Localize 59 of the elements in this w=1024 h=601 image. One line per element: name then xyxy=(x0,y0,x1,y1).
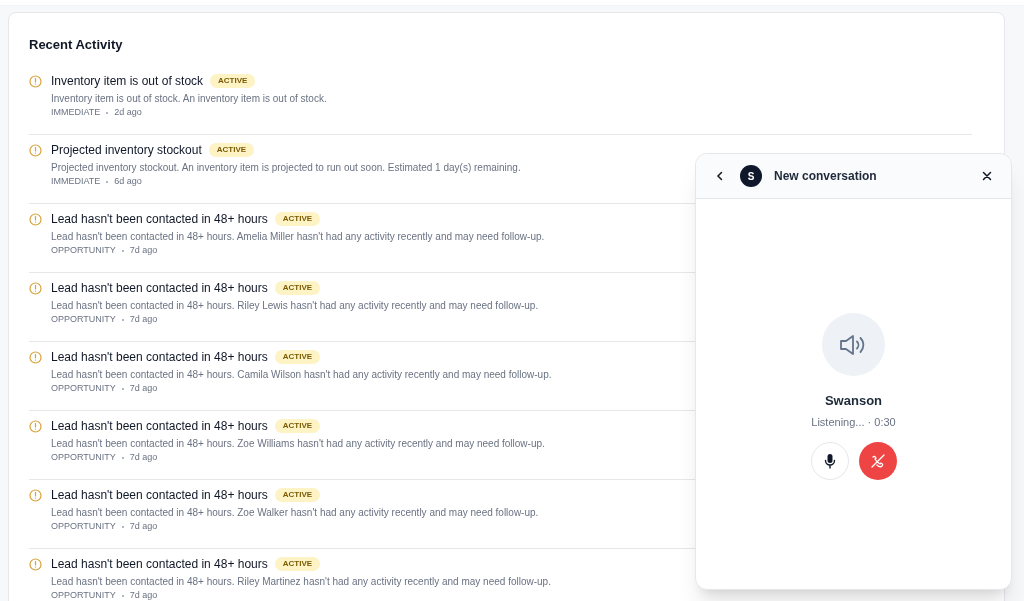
alert-icon xyxy=(29,351,42,364)
status-badge: ACTIVE xyxy=(274,350,321,364)
activity-description: Lead hasn't been contacted in 48+ hours. Zoe Williams hasn't had any activity recently and may need follow-up. xyxy=(51,437,545,450)
alert-icon xyxy=(29,489,42,502)
activity-time: 7d ago xyxy=(129,314,158,325)
panel-title: New conversation xyxy=(774,168,878,185)
activity-category: OPPORTUNITY xyxy=(51,245,116,256)
activity-title: Inventory item is out of stock xyxy=(51,74,204,88)
status-badge: ACTIVE xyxy=(208,143,255,157)
close-icon xyxy=(982,171,992,181)
alert-icon xyxy=(29,420,42,433)
alert-icon xyxy=(29,144,42,157)
status-badge: ACTIVE xyxy=(274,419,321,433)
alert-icon xyxy=(29,75,42,88)
activity-title: Lead hasn't been contacted in 48+ hours xyxy=(51,488,268,502)
alert-icon xyxy=(29,282,42,295)
activity-category: OPPORTUNITY xyxy=(51,521,116,532)
card-title: Recent Activity xyxy=(29,37,124,53)
activity-description: Inventory item is out of stock. An inventory item is out of stock. xyxy=(51,92,327,105)
activity-time: 7d ago xyxy=(129,590,158,601)
activity-title: Lead hasn't been contacted in 48+ hours xyxy=(51,350,268,364)
avatar: S xyxy=(740,165,762,187)
activity-description: Projected inventory stockout. An inventory item is projected to run out soon. Estimated 1 day(s) remaining. xyxy=(51,161,521,174)
activity-category: OPPORTUNITY xyxy=(51,452,116,463)
activity-time: 2d ago xyxy=(114,107,142,118)
call-status: Listening... · 0:30 xyxy=(811,414,896,430)
phone-off-icon xyxy=(869,453,886,469)
status-badge: ACTIVE xyxy=(274,281,321,295)
activity-category: OPPORTUNITY xyxy=(51,314,116,325)
activity-time: 7d ago xyxy=(129,383,158,394)
activity-time: 6d ago xyxy=(114,176,142,187)
activity-category: IMMEDIATE xyxy=(51,176,101,187)
activity-time: 7d ago xyxy=(129,452,158,463)
activity-description: Lead hasn't been contacted in 48+ hours. Riley Lewis hasn't had any activity recently and may need follow-up. xyxy=(51,299,539,312)
activity-category: OPPORTUNITY xyxy=(51,590,116,601)
activity-title: Lead hasn't been contacted in 48+ hours xyxy=(51,419,268,433)
back-icon xyxy=(715,171,725,181)
activity-category: IMMEDIATE xyxy=(51,107,101,118)
activity-description: Lead hasn't been contacted in 48+ hours. Camila Wilson hasn't had any activity recently and may need follow-up. xyxy=(51,368,552,381)
alert-icon xyxy=(29,558,42,571)
activity-title: Lead hasn't been contacted in 48+ hours xyxy=(51,212,268,226)
activity-description: Lead hasn't been contacted in 48+ hours. Zoe Walker hasn't had any activity recently and may need follow-up. xyxy=(51,506,539,519)
activity-title: Lead hasn't been contacted in 48+ hours xyxy=(51,281,268,295)
microphone-icon xyxy=(823,453,836,469)
activity-title: Projected inventory stockout xyxy=(51,143,202,157)
activity-time: 7d ago xyxy=(129,521,158,532)
alert-icon xyxy=(29,213,42,226)
activity-description: Lead hasn't been contacted in 48+ hours. Amelia Miller hasn't had any activity recently and may need follow-up. xyxy=(51,230,545,243)
activity-title: Lead hasn't been contacted in 48+ hours xyxy=(51,557,268,571)
activity-category: OPPORTUNITY xyxy=(51,383,116,394)
activity-time: 7d ago xyxy=(129,245,158,256)
status-badge: ACTIVE xyxy=(210,74,256,88)
hang-up-button[interactable] xyxy=(858,442,897,480)
activity-description: Lead hasn't been contacted in 48+ hours. Riley Martinez hasn't had any activity recently and may need follow-up. xyxy=(51,575,551,588)
status-badge: ACTIVE xyxy=(274,212,321,226)
caller-name: Swanson xyxy=(824,392,883,410)
microphone-button[interactable] xyxy=(810,442,849,480)
status-badge: ACTIVE xyxy=(274,557,321,571)
status-badge: ACTIVE xyxy=(274,488,321,502)
